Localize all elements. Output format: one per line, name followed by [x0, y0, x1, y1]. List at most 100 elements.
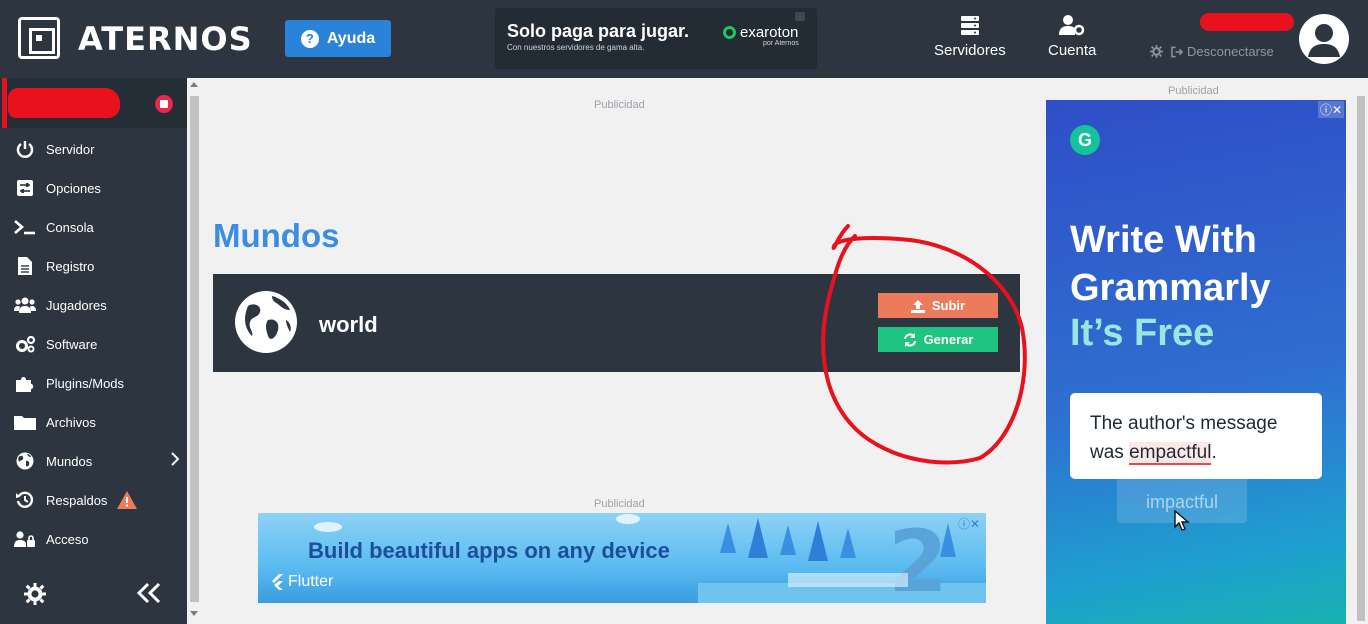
header-ad-subtitle: Con nuestros servidores de gama alta.: [507, 43, 645, 52]
red-circle-annotation: [821, 224, 1027, 465]
sidebar-item-label: Mundos: [46, 453, 93, 469]
sidebar-item-respaldos[interactable]: Respaldos: [14, 488, 184, 512]
grammarly-highlight-word: empactful: [1129, 442, 1212, 465]
scroll-up-arrow[interactable]: [190, 82, 198, 87]
file-icon: [18, 257, 32, 275]
folder-icon: [14, 416, 36, 430]
top-header: ATERNOS ? Ayuda Solo paga para jugar. Co…: [0, 0, 1368, 78]
nav-cuenta[interactable]: Cuenta: [1048, 14, 1096, 59]
grammarly-ad-banner[interactable]: ⓘ✕ G Write With Grammarly It’s Free impa…: [1046, 100, 1346, 624]
stop-status-icon: [155, 95, 173, 113]
scroll-down-arrow[interactable]: [190, 611, 198, 616]
page-scroll-thumb[interactable]: [1357, 96, 1365, 621]
puzzle-icon: [16, 377, 34, 392]
settings-gear-icon[interactable]: [24, 583, 46, 605]
exaroton-logo-icon: [723, 26, 736, 39]
server-icon: [960, 16, 979, 35]
ad-choices-icon[interactable]: ⓘ✕: [958, 515, 980, 532]
sidebar-item-label: Jugadores: [46, 297, 107, 313]
sidebar-item-label: Plugins/Mods: [46, 375, 125, 391]
flutter-ad-headline: Build beautiful apps on any device: [308, 538, 670, 563]
logout-label: Desconectarse: [1187, 44, 1274, 59]
help-button-label: Ayuda: [326, 29, 376, 47]
sidebar-item-label: Opciones: [46, 180, 101, 196]
power-icon: [16, 141, 34, 158]
header-ad-banner[interactable]: Solo paga para jugar. Con nuestros servi…: [495, 8, 817, 69]
sign-out-icon: [1171, 46, 1184, 57]
sidebar-item-software[interactable]: Software: [14, 332, 184, 356]
sidebar-item-registro[interactable]: Registro: [14, 254, 184, 278]
sidebar-item-plugins[interactable]: Plugins/Mods: [14, 371, 184, 395]
sidebar-item-label: Servidor: [46, 141, 95, 157]
page-title: Mundos: [213, 217, 340, 254]
mouse-cursor-icon: [1174, 510, 1190, 531]
svg-text:2: 2: [888, 513, 948, 603]
sidebar-item-jugadores[interactable]: Jugadores: [14, 293, 184, 317]
collapse-sidebar-icon[interactable]: [136, 581, 162, 605]
sidebar-item-archivos[interactable]: Archivos: [14, 410, 184, 434]
help-button[interactable]: ? Ayuda: [285, 20, 391, 57]
chevron-right-icon: [171, 452, 180, 466]
gear-icon[interactable]: [1150, 45, 1163, 58]
user-cog-icon: [1059, 15, 1085, 36]
sidebar-item-label: Registro: [46, 258, 95, 274]
header-ad-brand-sub: por Aternos: [763, 40, 799, 47]
brand-name[interactable]: ATERNOS: [78, 20, 253, 58]
globe-icon: [235, 291, 297, 353]
grammarly-sentence-end: .: [1211, 442, 1217, 463]
sidebar-item-label: Acceso: [46, 531, 89, 547]
sidebar-item-label: Consola: [46, 219, 94, 235]
user-avatar-icon: [1308, 24, 1340, 57]
ad-choices-icon[interactable]: ⓘ✕: [1317, 101, 1344, 118]
server-status-accent: [2, 78, 7, 128]
header-ad-brand: exaroton: [723, 24, 798, 41]
flutter-ad-banner[interactable]: 2 Build beautiful apps on any device Flu…: [258, 513, 986, 603]
ad-label: Publicidad: [594, 99, 645, 111]
sidebar-item-servidor[interactable]: Servidor: [14, 137, 184, 161]
page-scrollbar[interactable]: [1354, 78, 1368, 624]
aternos-logo-icon[interactable]: [18, 17, 60, 59]
ad-info-icon[interactable]: [795, 12, 805, 21]
nav-servidores[interactable]: Servidores: [934, 14, 1006, 59]
flutter-logo-icon: [272, 574, 283, 590]
flutter-logo: Flutter: [270, 573, 333, 591]
sidebar-scrollbar[interactable]: [187, 78, 201, 624]
cogs-icon: [16, 335, 36, 353]
flutter-brand-label: Flutter: [288, 573, 334, 590]
sidebar-item-consola[interactable]: Consola: [14, 215, 184, 239]
header-ad-title: Solo paga para jugar.: [507, 21, 690, 41]
grammarly-logo-icon: G: [1070, 125, 1100, 155]
server-selector[interactable]: [0, 78, 187, 128]
users-icon: [14, 297, 36, 313]
sidebar-item-label: Archivos: [46, 414, 96, 430]
grammarly-tagline: It’s Free: [1070, 312, 1215, 354]
grammarly-example-card: The author's message was empactful.: [1070, 393, 1322, 479]
grammarly-headline-line1: Write With: [1070, 219, 1257, 261]
nav-cuenta-label: Cuenta: [1048, 42, 1097, 59]
grammarly-headline: Write With Grammarly: [1070, 216, 1330, 312]
server-name-redacted: [8, 88, 120, 118]
history-icon: [16, 491, 34, 508]
user-lock-icon: [14, 531, 35, 547]
sidebar-item-label: Software: [46, 336, 98, 352]
ad-label-right: Publicidad: [1168, 85, 1219, 97]
grammarly-headline-line2: Grammarly: [1070, 267, 1271, 309]
sidebar: Servidor Opciones Consola Registro Jugad…: [0, 78, 187, 624]
sidebar-item-opciones[interactable]: Opciones: [14, 176, 184, 200]
sliders-icon: [17, 180, 33, 196]
question-icon: ?: [300, 29, 319, 48]
world-name[interactable]: world: [319, 312, 378, 338]
header-ad-brand-label: exaroton: [740, 24, 799, 41]
globe-icon: [16, 452, 34, 470]
sidebar-item-label: Respaldos: [46, 492, 108, 508]
warning-icon: [117, 491, 138, 509]
sidebar-item-acceso[interactable]: Acceso: [14, 527, 184, 551]
username-redacted: [1200, 13, 1294, 31]
logout-link[interactable]: Desconectarse: [1150, 44, 1274, 59]
nav-servidores-label: Servidores: [934, 42, 1006, 59]
ad-label-bottom: Publicidad: [594, 498, 645, 510]
sidebar-item-mundos[interactable]: Mundos: [14, 449, 184, 473]
avatar[interactable]: [1299, 14, 1349, 64]
scroll-thumb[interactable]: [190, 96, 199, 602]
terminal-icon: [14, 220, 35, 235]
